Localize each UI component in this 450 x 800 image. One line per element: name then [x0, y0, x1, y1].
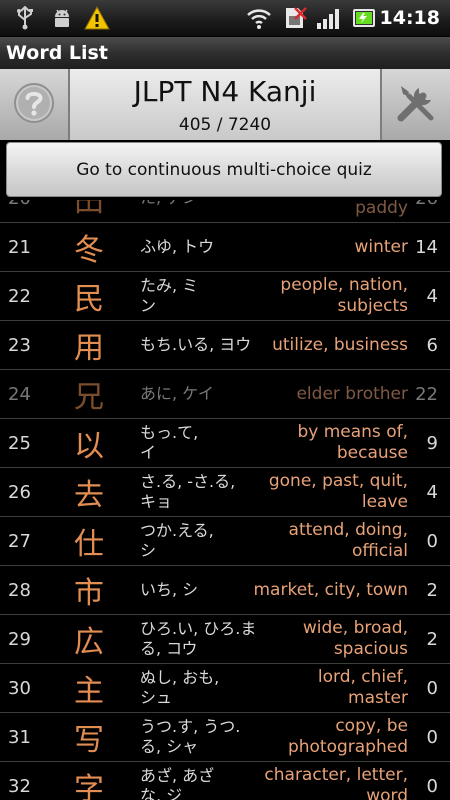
row-count: 14 [415, 236, 438, 258]
row-count: 9 [426, 432, 438, 454]
row-count: 4 [426, 285, 438, 307]
row-kanji: 市 [74, 576, 104, 611]
row-number: 21 [8, 236, 31, 258]
word-row[interactable]: 25 以もっ.て, イ by means of, because 9 [0, 419, 450, 468]
row-meaning: winter [354, 236, 408, 257]
quiz-bar: Go to continuous multi-choice quiz [0, 140, 450, 200]
row-kanji: 広 [74, 625, 104, 660]
row-count: 0 [426, 726, 438, 748]
row-meaning: gone, past, quit, leave [268, 471, 408, 512]
word-row[interactable]: 30 主ぬし, おも, シュ lord, chief, master 0 [0, 664, 450, 713]
row-number: 24 [8, 383, 31, 405]
row-number: 23 [8, 334, 31, 356]
row-count: 4 [426, 481, 438, 503]
row-number: 31 [8, 726, 31, 748]
word-row[interactable]: 29 広ひろ.い, ひろ.ま る, コウ wide, broad, spacious… [0, 615, 450, 664]
row-count: 26 [415, 200, 438, 222]
row-meaning: market, city, town [253, 579, 409, 600]
row-count: 0 [426, 530, 438, 552]
continuous-quiz-button[interactable]: Go to continuous multi-choice quiz [6, 142, 442, 197]
word-row[interactable]: 26 去さ.る, -さ.る, キョ gone, past, quit, leave 4 [0, 468, 450, 517]
row-meaning: rice field, rice paddy [355, 200, 408, 218]
row-count: 22 [415, 383, 438, 405]
warning-icon [84, 6, 110, 30]
android-debug-icon [50, 6, 74, 30]
signal-icon [316, 6, 342, 30]
word-row[interactable]: 27 仕つか.える, シ attend, doing, official 0 [0, 517, 450, 566]
row-kanji: 冬 [74, 233, 104, 268]
no-sim-icon [282, 6, 308, 30]
help-button[interactable] [0, 69, 70, 140]
word-row[interactable]: 23 用もち.いる, ヨウ utilize, business 6 [0, 321, 450, 370]
row-kanji: 兄 [74, 380, 104, 415]
row-number: 20 [8, 200, 31, 222]
clock-time: 14:18 [379, 7, 440, 29]
row-kanji: 民 [74, 282, 104, 317]
word-list-content: 20田た, デンrice field, rice paddy2621冬ふゆ, ト… [0, 200, 450, 800]
row-kanji: 田 [74, 200, 104, 219]
word-row[interactable]: 32 字あざ, あざ な, ジ character, letter, word 0 [0, 762, 450, 800]
question-icon [12, 81, 56, 129]
list-title: JLPT N4 Kanji [133, 75, 317, 108]
row-count: 2 [426, 579, 438, 601]
word-row[interactable]: 24 兄あに, ケイ elder brother 22 [0, 370, 450, 419]
row-number: 22 [8, 285, 31, 307]
row-meaning: copy, be photographed [287, 716, 408, 757]
word-row[interactable]: 20田た, デンrice field, rice paddy26 [0, 200, 450, 223]
row-number: 28 [8, 579, 31, 601]
row-number: 32 [8, 775, 31, 797]
tools-button[interactable] [380, 69, 450, 140]
row-number: 27 [8, 530, 31, 552]
row-kanji: 字 [74, 772, 104, 800]
row-meaning: utilize, business [272, 334, 408, 355]
row-number: 29 [8, 628, 31, 650]
word-row[interactable]: 31 写うつ.す, うつ. る, シャ copy, be photographed 0 [0, 713, 450, 762]
app-title: Word List [6, 42, 108, 64]
row-kanji: 仕 [74, 527, 104, 562]
row-number: 25 [8, 432, 31, 454]
app-screen: 14:18 Word List JLPT N4 Kanji 405 / 7240 [0, 0, 450, 800]
row-kanji: 用 [74, 331, 104, 366]
row-meaning: character, letter, word [264, 765, 408, 800]
row-count: 6 [426, 334, 438, 356]
word-row[interactable]: 21 冬ふゆ, トウ winter 14 [0, 223, 450, 272]
row-kanji: 主 [74, 674, 104, 709]
status-bar: 14:18 [0, 0, 450, 37]
word-row[interactable]: 28 市いち, シ market, city, town 2 [0, 566, 450, 615]
wifi-icon [246, 6, 272, 30]
tools-icon [393, 80, 439, 130]
row-meaning: people, nation, subjects [280, 275, 408, 316]
usb-icon [14, 6, 36, 30]
battery-icon [352, 6, 378, 30]
row-meaning: lord, chief, master [317, 667, 408, 708]
row-kanji: 以 [74, 429, 104, 464]
row-kanji: 去 [74, 478, 104, 513]
row-count: 0 [426, 677, 438, 699]
row-count: 2 [426, 628, 438, 650]
row-meaning: attend, doing, official [288, 520, 408, 561]
row-meaning: wide, broad, spacious [302, 618, 408, 659]
word-row[interactable]: 22 民たみ, ミ ン people, nation, subjects 4 [0, 272, 450, 321]
row-count: 0 [426, 775, 438, 797]
list-header: JLPT N4 Kanji 405 / 7240 [0, 69, 450, 141]
title-bar: Word List [0, 37, 450, 69]
row-number: 26 [8, 481, 31, 503]
row-kanji: 写 [74, 723, 104, 758]
word-list[interactable]: 20田た, デンrice field, rice paddy2621冬ふゆ, ト… [0, 200, 450, 800]
row-meaning: elder brother [296, 383, 408, 404]
word-count: 405 / 7240 [178, 115, 272, 135]
row-number: 30 [8, 677, 31, 699]
row-meaning: by means of, because [297, 422, 408, 463]
